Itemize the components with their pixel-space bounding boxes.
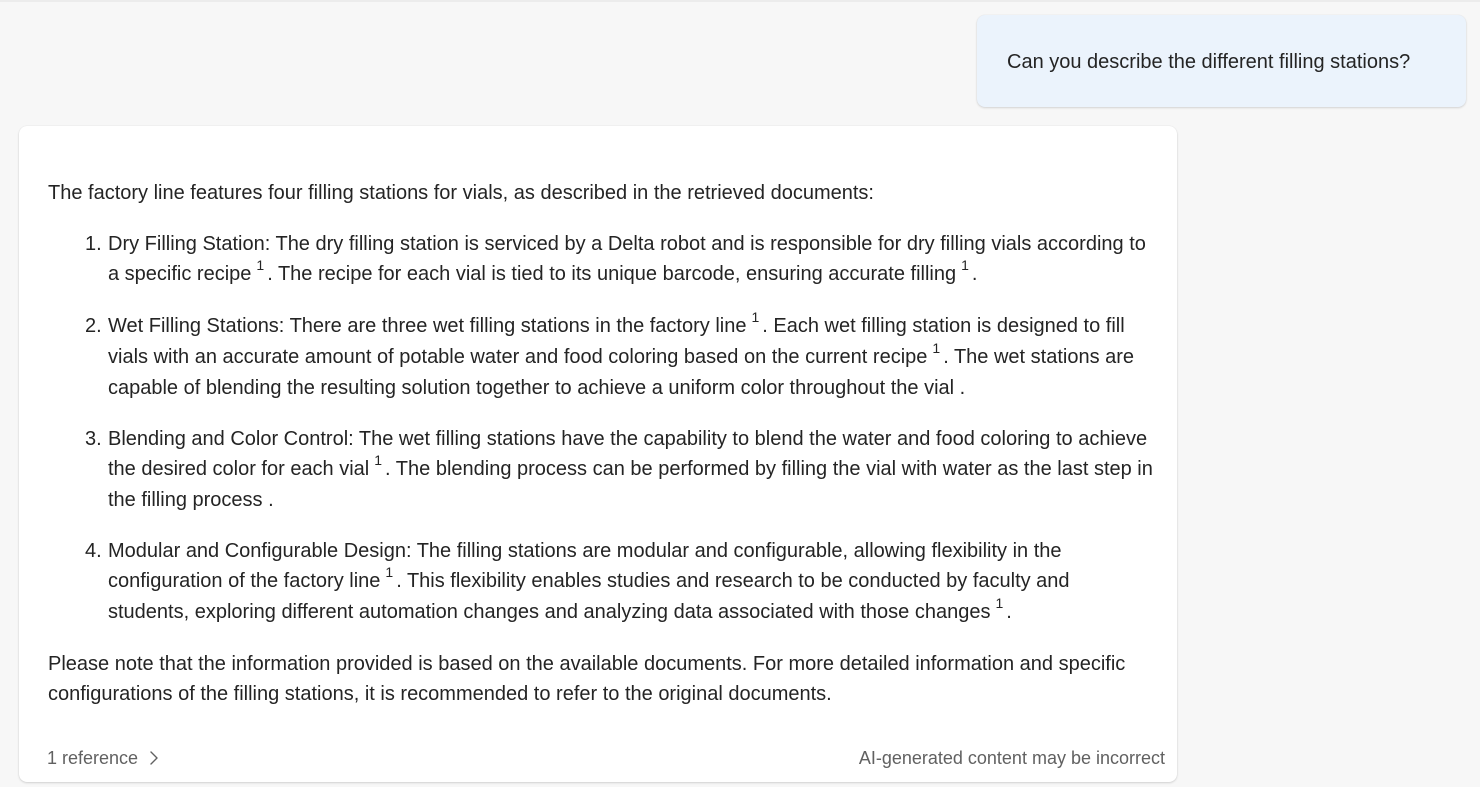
user-message-text: Can you describe the different filling s… xyxy=(1007,51,1411,73)
citation-marker[interactable]: 1 xyxy=(990,595,1006,611)
answer-footer: 1 reference AI-generated content may be … xyxy=(47,746,1165,770)
list-item-number: 3. xyxy=(85,428,102,450)
list-item-text: . xyxy=(1006,601,1012,623)
references-button[interactable]: 1 reference xyxy=(47,746,160,770)
list-item-text: . The recipe for each vial is tied to it… xyxy=(267,263,957,285)
citation-marker[interactable]: 1 xyxy=(380,564,396,580)
answer-closing: Please note that the information provide… xyxy=(48,653,1126,705)
ai-disclaimer: AI-generated content may be incorrect xyxy=(858,748,1165,768)
list-item-text: Wet Filling Stations: There are three we… xyxy=(108,315,747,337)
top-divider xyxy=(0,0,1480,2)
list-item-text: . xyxy=(971,263,978,285)
answer-list-item: 4. Modular and Configurable Design: The f… xyxy=(48,536,1153,628)
answer-list-item: 3. Blending and Color Control: The wet fi… xyxy=(48,424,1153,515)
chevron-right-icon xyxy=(150,751,158,765)
citation-marker[interactable]: 1 xyxy=(956,257,972,273)
list-item-number: 1. xyxy=(85,233,102,255)
answer-intro: The factory line features four filling s… xyxy=(48,182,874,204)
citation-marker[interactable]: 1 xyxy=(927,340,943,356)
assistant-answer-card: The factory line features four filling s… xyxy=(19,126,1177,782)
citation-marker[interactable]: 1 xyxy=(746,309,762,325)
answer-list-item: 1. Dry Filling Station: The dry filling s… xyxy=(48,229,1153,290)
answer-list-item: 2. Wet Filling Stations: There are three … xyxy=(48,309,1153,403)
user-message-bubble: Can you describe the different filling s… xyxy=(977,15,1466,107)
citation-marker[interactable]: 1 xyxy=(369,452,385,468)
references-label: 1 reference xyxy=(47,748,139,768)
list-item-number: 2. xyxy=(85,315,102,337)
answer-list: 1. Dry Filling Station: The dry filling s… xyxy=(48,229,1153,628)
answer-body: The factory line features four filling s… xyxy=(48,178,1153,709)
list-item-number: 4. xyxy=(85,540,102,562)
citation-marker[interactable]: 1 xyxy=(251,257,267,273)
